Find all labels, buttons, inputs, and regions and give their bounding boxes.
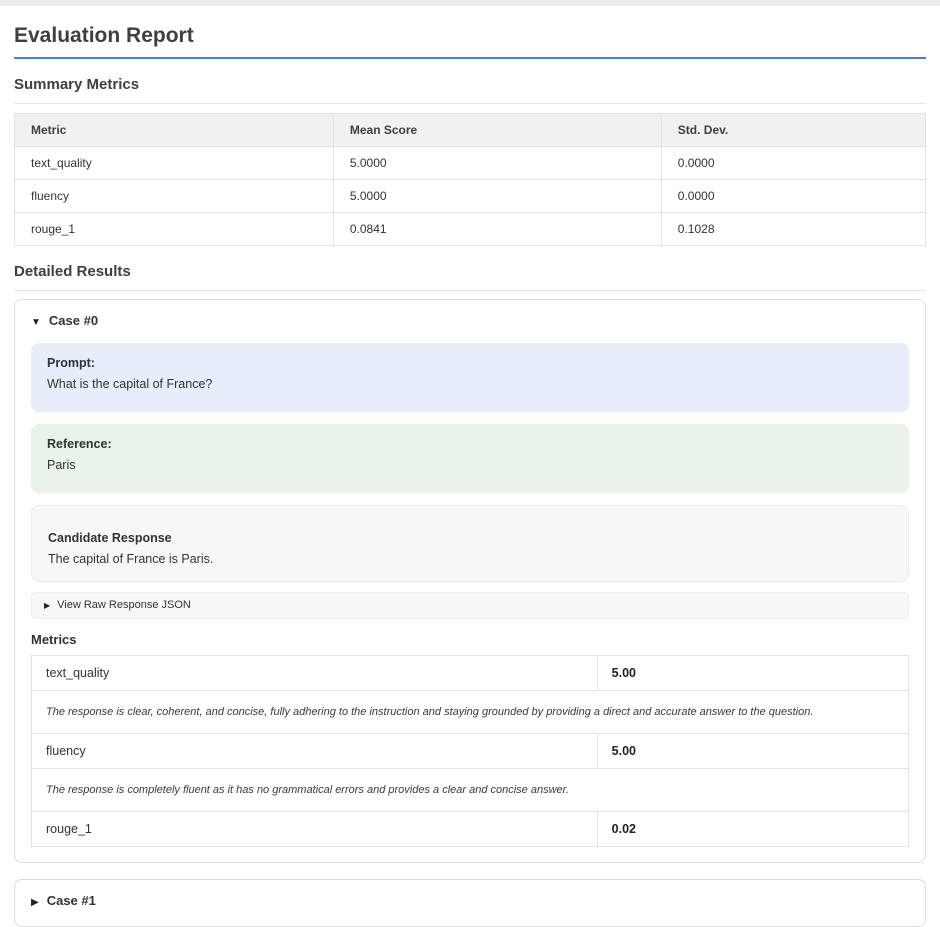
- metric-explanation: The response is clear, coherent, and con…: [32, 691, 909, 734]
- title-accent-rule: [14, 57, 926, 59]
- metric-value: 5.00: [597, 734, 908, 769]
- case-0-label: Case #0: [49, 313, 98, 328]
- summary-header-metric: Metric: [15, 114, 334, 147]
- metrics-heading: Metrics: [31, 632, 909, 648]
- table-row: fluency 5.0000 0.0000: [15, 180, 926, 213]
- summary-cell-std: 0.0000: [661, 180, 925, 213]
- metric-explanation: The response is completely fluent as it …: [32, 769, 909, 812]
- summary-metrics-heading: Summary Metrics: [14, 76, 926, 104]
- summary-metrics-table: Metric Mean Score Std. Dev. text_quality…: [14, 113, 926, 246]
- caret-right-icon: ▶: [31, 897, 39, 908]
- case-0-card: ▼ Case #0 Prompt: What is the capital of …: [14, 299, 926, 863]
- summary-cell-mean: 5.0000: [333, 147, 661, 180]
- metric-row: fluency 5.00: [32, 734, 909, 769]
- caret-right-icon: ▶: [44, 601, 50, 610]
- summary-cell-mean: 5.0000: [333, 180, 661, 213]
- case-1-card: ▶ Case #1: [14, 879, 926, 927]
- raw-response-json-toggle[interactable]: ▶ View Raw Response JSON: [32, 593, 908, 618]
- prompt-box: Prompt: What is the capital of France?: [31, 343, 909, 412]
- summary-cell-mean: 0.0841: [333, 213, 661, 246]
- case-0-summary-toggle[interactable]: ▼ Case #0: [31, 313, 909, 331]
- summary-cell-std: 0.1028: [661, 213, 925, 246]
- metric-explanation-row: The response is completely fluent as it …: [32, 769, 909, 812]
- detailed-results-heading: Detailed Results: [14, 263, 926, 291]
- metric-name: text_quality: [32, 656, 598, 691]
- candidate-response-text: The capital of France is Paris.: [48, 552, 213, 566]
- metric-value: 0.02: [597, 812, 908, 847]
- report-container: Evaluation Report Summary Metrics Metric…: [0, 6, 940, 927]
- candidate-response-label: Candidate Response: [48, 530, 892, 546]
- summary-cell-metric: rouge_1: [15, 213, 334, 246]
- metric-row: text_quality 5.00: [32, 656, 909, 691]
- case-0-metrics-table: text_quality 5.00 The response is clear,…: [31, 655, 909, 847]
- page-title: Evaluation Report: [14, 24, 926, 48]
- raw-response-json-label: View Raw Response JSON: [57, 599, 191, 611]
- caret-down-icon: ▼: [31, 317, 41, 328]
- prompt-label: Prompt:: [47, 355, 893, 371]
- summary-cell-metric: text_quality: [15, 147, 334, 180]
- metric-name: rouge_1: [32, 812, 598, 847]
- candidate-response-box: Candidate Response The capital of France…: [31, 505, 909, 582]
- summary-header-std: Std. Dev.: [661, 114, 925, 147]
- reference-text: Paris: [47, 458, 75, 472]
- table-row: rouge_1 0.0841 0.1028: [15, 213, 926, 246]
- summary-header-mean: Mean Score: [333, 114, 661, 147]
- summary-table-header-row: Metric Mean Score Std. Dev.: [15, 114, 926, 147]
- metric-row: rouge_1 0.02: [32, 812, 909, 847]
- prompt-text: What is the capital of France?: [47, 377, 212, 391]
- metric-value: 5.00: [597, 656, 908, 691]
- metric-explanation-row: The response is clear, coherent, and con…: [32, 691, 909, 734]
- raw-response-json-details: ▶ View Raw Response JSON: [31, 592, 909, 619]
- reference-box: Reference: Paris: [31, 424, 909, 493]
- summary-cell-metric: fluency: [15, 180, 334, 213]
- summary-cell-std: 0.0000: [661, 147, 925, 180]
- table-row: text_quality 5.0000 0.0000: [15, 147, 926, 180]
- metric-name: fluency: [32, 734, 598, 769]
- case-1-label: Case #1: [47, 893, 96, 908]
- reference-label: Reference:: [47, 436, 893, 452]
